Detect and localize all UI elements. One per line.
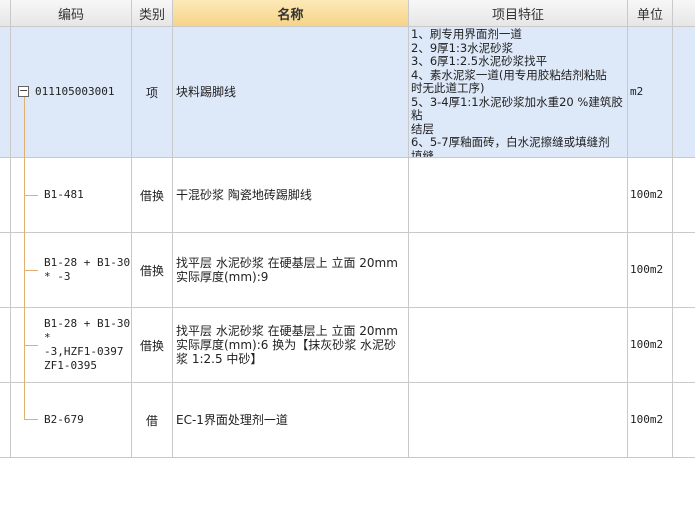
sub-name-cell[interactable]: 找平层 水泥砂浆 在硬基层上 立面 20mm 实际厚度(mm):6 换为【抹灰砂… (173, 308, 409, 382)
header-category[interactable]: 类别 (132, 0, 173, 26)
item-features-cell[interactable]: 1、刷专用界面剂一道 2、9厚1:3水泥砂浆 3、6厚1:2.5水泥砂浆找平 4… (409, 27, 628, 157)
sub-name: 干混砂浆 陶瓷地砖踢脚线 (176, 188, 312, 202)
sub-unit: 100m2 (630, 413, 664, 426)
header-unit[interactable]: 单位 (628, 0, 673, 26)
sub-code: B1-481 (44, 188, 84, 201)
table-row[interactable]: B1-28 + B1-30 * -3 借换 找平层 水泥砂浆 在硬基层上 立面 … (0, 233, 695, 308)
tree-branch (24, 195, 38, 196)
sub-unit-cell[interactable]: 100m2 (628, 233, 673, 307)
sub-name: 找平层 水泥砂浆 在硬基层上 立面 20mm 实际厚度(mm):6 换为【抹灰砂… (176, 324, 398, 366)
header-spacer (0, 0, 11, 26)
header-features[interactable]: 项目特征 (409, 0, 628, 26)
item-name: 块料踢脚线 (176, 85, 237, 99)
tree-branch (24, 419, 38, 420)
sub-unit-cell[interactable]: 100m2 (628, 308, 673, 382)
sub-code: B2-679 (44, 413, 84, 426)
header-code[interactable]: 编码 (11, 0, 132, 26)
tree-connector (24, 97, 25, 419)
grid-header: 编码 类别 名称 项目特征 单位 (0, 0, 695, 27)
item-unit: m2 (630, 85, 644, 98)
sub-features-cell[interactable] (409, 383, 628, 457)
sub-unit: 100m2 (630, 338, 664, 351)
tree-branch (24, 270, 38, 271)
sub-category[interactable]: 借换 (132, 308, 173, 382)
sub-name-cell[interactable]: EC-1界面处理剂一道 (173, 383, 409, 457)
table-row[interactable]: B1-28 + B1-30 * -3,HZF1-0397 ZF1-0395 借换… (0, 308, 695, 383)
empty-grid-area (0, 458, 695, 509)
item-unit-cell[interactable]: m2 (628, 27, 673, 157)
sub-code-cell[interactable]: B2-679 (11, 383, 132, 457)
item-category[interactable]: 项 (132, 27, 173, 157)
table-row[interactable]: 011105003001 项 块料踢脚线 1、刷专用界面剂一道 2、9厚1:3水… (0, 27, 695, 158)
sub-features-cell[interactable] (409, 308, 628, 382)
collapse-icon[interactable]: − (18, 85, 29, 97)
sub-category[interactable]: 借 (132, 383, 173, 457)
header-name[interactable]: 名称 (173, 0, 409, 26)
sub-category[interactable]: 借换 (132, 233, 173, 307)
table-row[interactable]: B2-679 借 EC-1界面处理剂一道 100m2 (0, 383, 695, 458)
sub-unit: 100m2 (630, 188, 664, 201)
sub-category[interactable]: 借换 (132, 158, 173, 232)
sub-name-cell[interactable]: 干混砂浆 陶瓷地砖踢脚线 (173, 158, 409, 232)
sub-name: 找平层 水泥砂浆 在硬基层上 立面 20mm 实际厚度(mm):9 (176, 256, 398, 284)
sub-unit-cell[interactable]: 100m2 (628, 158, 673, 232)
sub-features-cell[interactable] (409, 233, 628, 307)
item-features: 1、刷专用界面剂一道 2、9厚1:3水泥砂浆 3、6厚1:2.5水泥砂浆找平 4… (411, 27, 623, 157)
table-row[interactable]: B1-481 借换 干混砂浆 陶瓷地砖踢脚线 100m2 (0, 158, 695, 233)
sub-unit: 100m2 (630, 263, 664, 276)
tree-branch (24, 345, 38, 346)
item-name-cell[interactable]: 块料踢脚线 (173, 27, 409, 157)
item-code-cell[interactable]: 011105003001 (11, 27, 132, 157)
sub-features-cell[interactable] (409, 158, 628, 232)
sub-name: EC-1界面处理剂一道 (176, 413, 288, 427)
sub-name-cell[interactable]: 找平层 水泥砂浆 在硬基层上 立面 20mm 实际厚度(mm):9 (173, 233, 409, 307)
header-extra (673, 0, 695, 26)
sub-unit-cell[interactable]: 100m2 (628, 383, 673, 457)
